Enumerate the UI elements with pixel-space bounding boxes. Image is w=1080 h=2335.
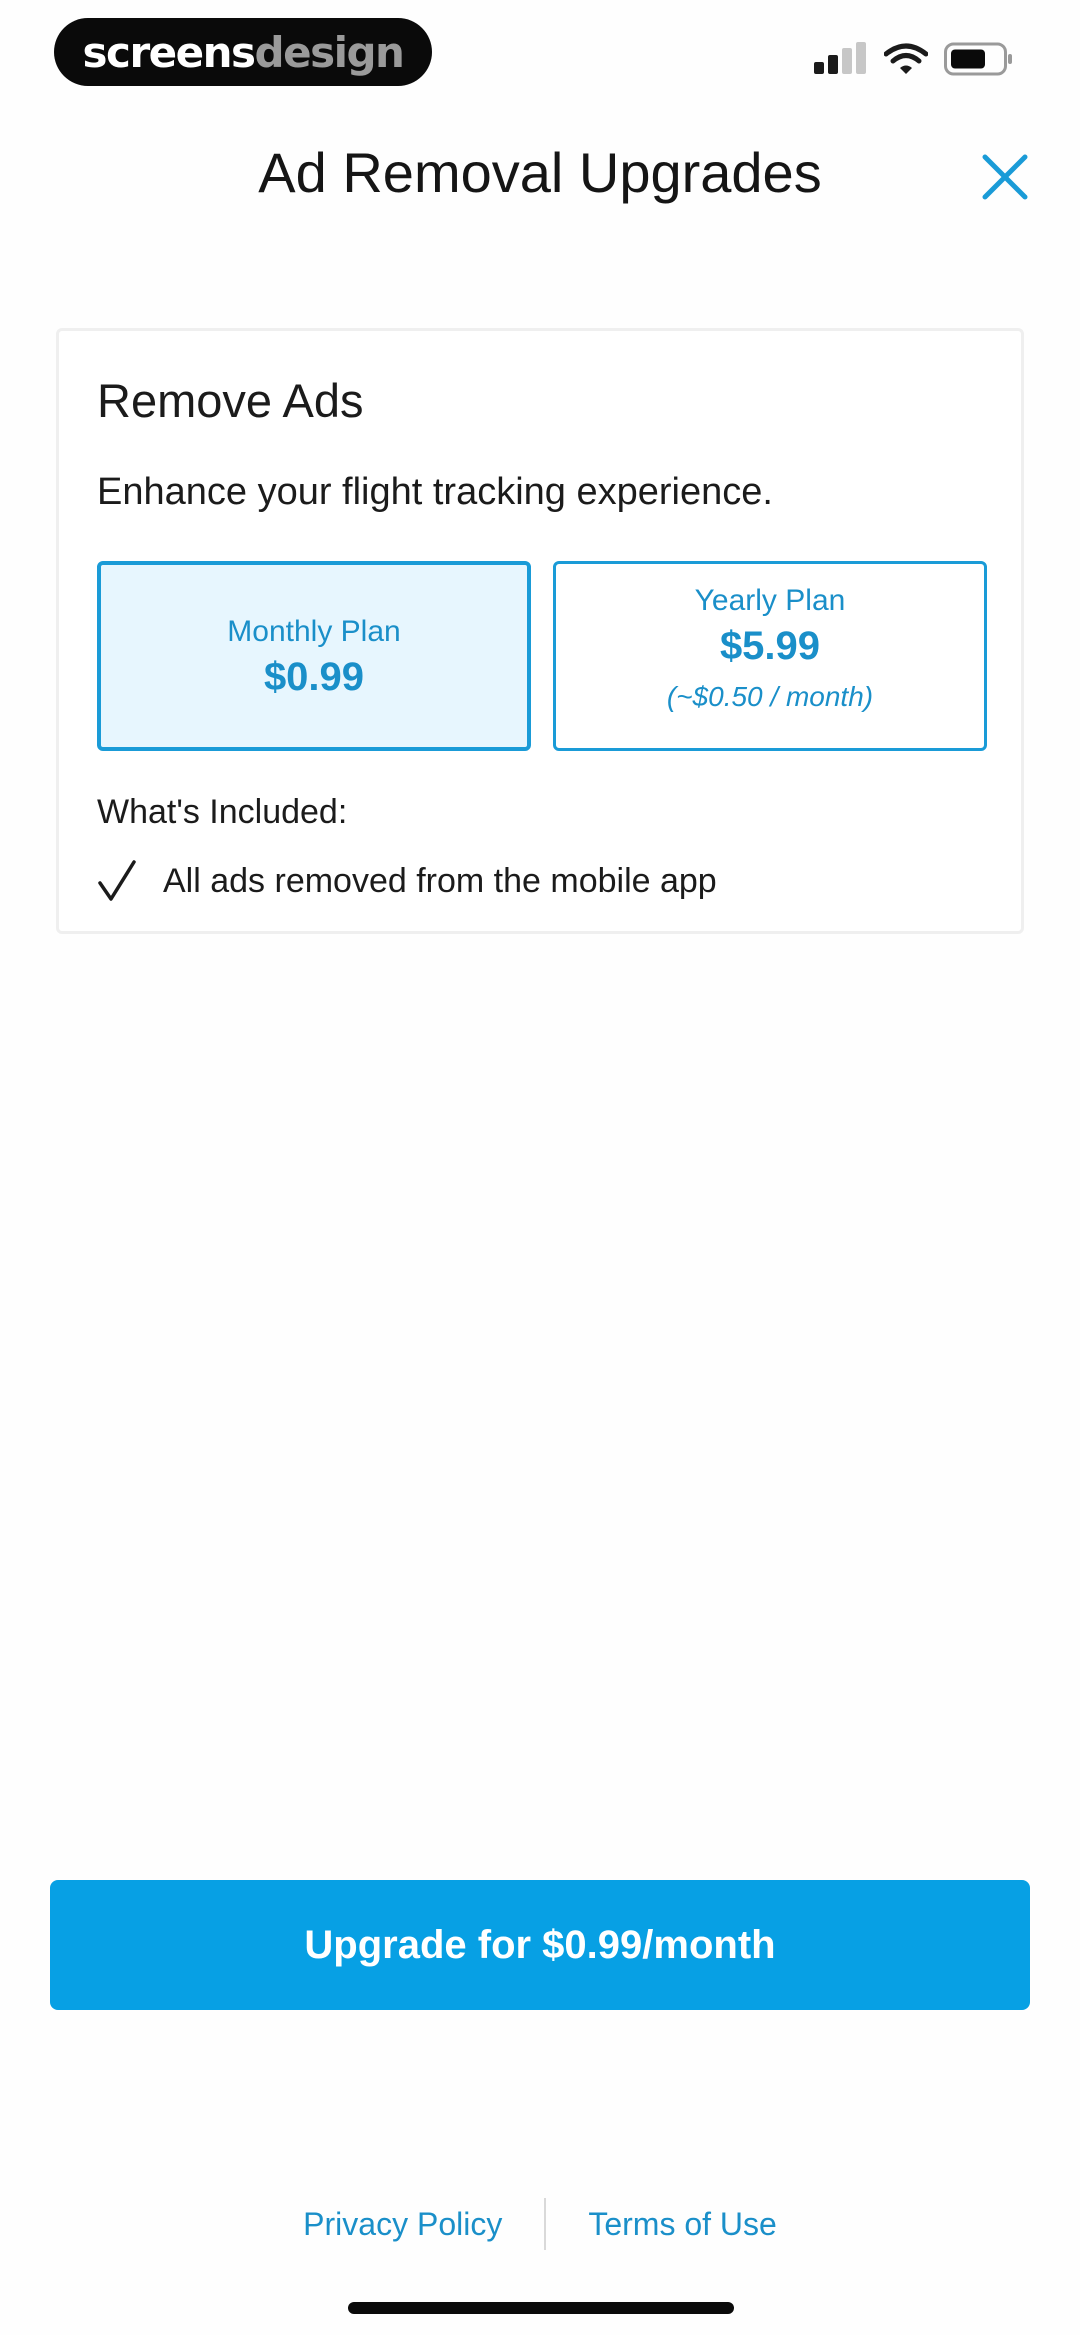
yearly-plan-option[interactable]: Yearly Plan $5.99 (~$0.50 / month) xyxy=(553,561,987,751)
status-icons xyxy=(814,42,1014,78)
screensdesign-logo: screens design xyxy=(54,18,432,86)
upgrade-button[interactable]: Upgrade for $0.99/month xyxy=(50,1880,1030,2010)
cellular-signal-icon xyxy=(814,42,866,74)
remove-ads-card: Remove Ads Enhance your flight tracking … xyxy=(56,328,1024,934)
close-button[interactable] xyxy=(972,144,1038,210)
home-indicator xyxy=(348,2302,734,2314)
wifi-icon xyxy=(884,43,928,74)
page-title: Ad Removal Upgrades xyxy=(258,141,822,204)
battery-icon xyxy=(944,42,1012,76)
included-list-item: All ads removed from the mobile app xyxy=(97,851,717,911)
monthly-plan-option[interactable]: Monthly Plan $0.99 xyxy=(97,561,531,751)
close-icon xyxy=(982,154,1028,200)
plan-name: Monthly Plan xyxy=(227,615,401,648)
card-title: Remove Ads xyxy=(97,374,364,427)
brand-text-a: screens xyxy=(82,27,256,77)
privacy-policy-link[interactable]: Privacy Policy xyxy=(303,2206,502,2243)
included-item-text: All ads removed from the mobile app xyxy=(163,861,717,900)
plan-name: Yearly Plan xyxy=(694,584,846,617)
plan-price: $5.99 xyxy=(719,624,821,668)
included-heading: What's Included: xyxy=(97,793,348,831)
brand-text-b: design xyxy=(254,27,405,77)
plan-price: $0.99 xyxy=(263,655,365,699)
checkmark-icon xyxy=(98,860,136,901)
terms-of-use-link[interactable]: Terms of Use xyxy=(588,2206,776,2243)
footer-divider xyxy=(544,2198,547,2250)
plan-monthly-equivalent: (~$0.50 / month) xyxy=(666,681,874,712)
upgrade-screen: screens design Ad Removal Upgrades Remove… xyxy=(0,0,1080,2335)
footer-links: Privacy Policy Terms of Use xyxy=(0,2196,1080,2252)
card-subtitle: Enhance your flight tracking experience. xyxy=(97,471,773,513)
